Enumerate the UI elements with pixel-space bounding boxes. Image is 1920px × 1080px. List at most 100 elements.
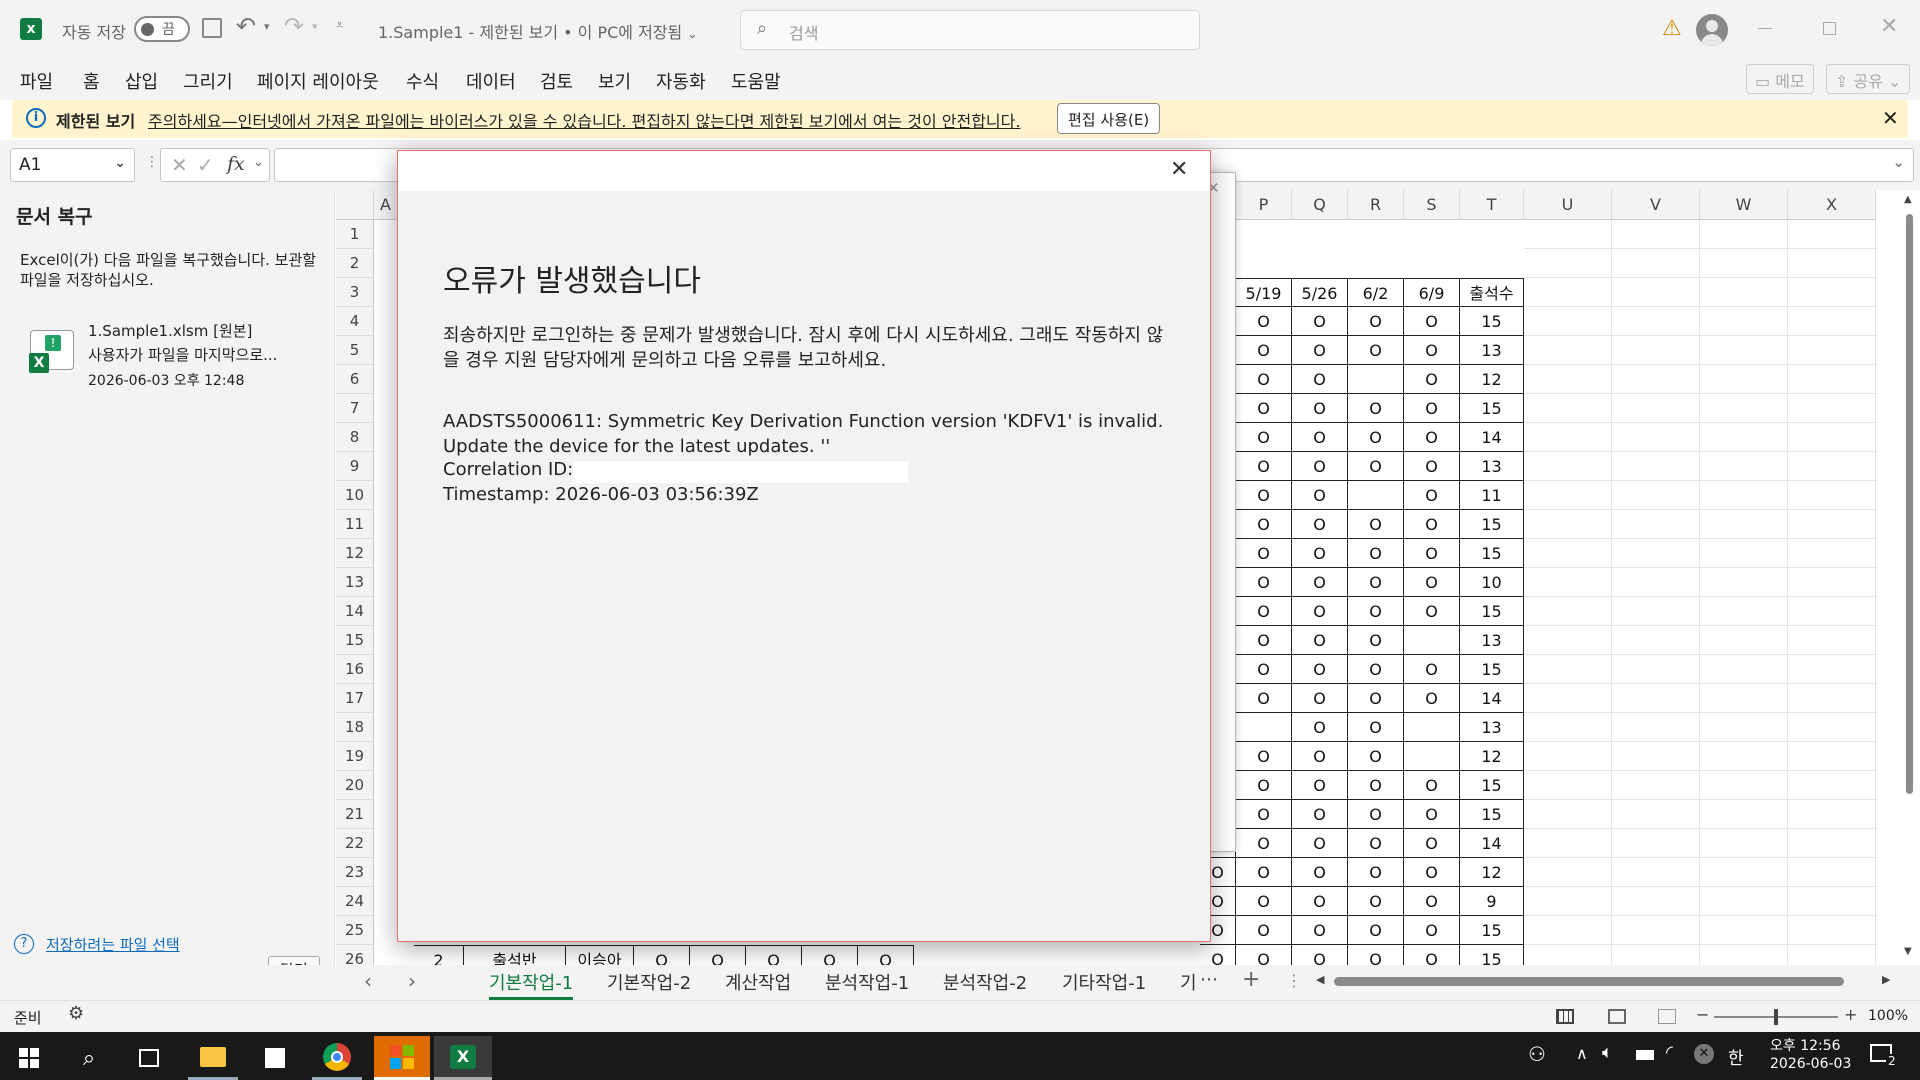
grid-cell-empty[interactable]: [1612, 858, 1700, 887]
grid-cell-empty[interactable]: [1524, 626, 1612, 655]
col-header-u[interactable]: U: [1524, 190, 1612, 220]
row-header[interactable]: 12: [336, 539, 374, 568]
table-cell[interactable]: O: [1404, 336, 1460, 365]
row-header[interactable]: 25: [336, 916, 374, 945]
grid-cell-empty[interactable]: [1612, 626, 1700, 655]
attendance-header-cell[interactable]: 5/19: [1236, 278, 1292, 307]
table-cell[interactable]: O: [1292, 626, 1348, 655]
table-cell[interactable]: [1348, 365, 1404, 394]
grid-cell-empty[interactable]: [1612, 539, 1700, 568]
row-header[interactable]: 17: [336, 684, 374, 713]
grid-cell-empty[interactable]: [1788, 655, 1876, 684]
grid-cell-empty[interactable]: [1612, 829, 1700, 858]
tab-help[interactable]: 도움말: [731, 68, 781, 94]
row-header[interactable]: 23: [336, 858, 374, 887]
col-header-x[interactable]: X: [1788, 190, 1876, 220]
table-cell[interactable]: 14: [1460, 684, 1524, 713]
table-cell[interactable]: O: [1348, 655, 1404, 684]
grid-cell-empty[interactable]: [1524, 655, 1612, 684]
table-cell[interactable]: O: [1292, 800, 1348, 829]
grid-cell-empty[interactable]: [1524, 597, 1612, 626]
table-cell[interactable]: [1348, 481, 1404, 510]
sheet-tab-truncated[interactable]: 기: [1180, 969, 1197, 995]
table-cell[interactable]: O: [1292, 684, 1348, 713]
grid-cell-empty[interactable]: [1612, 481, 1700, 510]
grid-cell-empty[interactable]: [1612, 771, 1700, 800]
search-icon[interactable]: ⌕: [64, 1036, 114, 1080]
wifi-icon[interactable]: ◜: [1666, 1042, 1673, 1063]
table-cell[interactable]: O: [1292, 742, 1348, 771]
grid-cell-empty[interactable]: [1788, 394, 1876, 423]
table-cell[interactable]: O: [1404, 423, 1460, 452]
table-cell[interactable]: O: [1236, 771, 1292, 800]
sheet-tab-calc[interactable]: 계산작업: [725, 969, 791, 995]
table-cell[interactable]: O: [1404, 858, 1460, 887]
table-cell[interactable]: O: [1404, 655, 1460, 684]
autosave-toggle[interactable]: 끔: [134, 16, 190, 42]
table-cell[interactable]: 12: [1460, 365, 1524, 394]
table-cell[interactable]: O: [1236, 887, 1292, 916]
expand-formula-icon[interactable]: ⌄: [1892, 153, 1905, 171]
grid-cell-empty[interactable]: [1700, 394, 1788, 423]
table-cell[interactable]: O: [1292, 916, 1348, 945]
table-cell[interactable]: [1236, 713, 1292, 742]
row-header[interactable]: 3: [336, 278, 374, 307]
table-cell[interactable]: 11: [1460, 481, 1524, 510]
table-cell[interactable]: O: [1236, 510, 1292, 539]
table-cell[interactable]: O: [1348, 858, 1404, 887]
table-cell[interactable]: O: [1348, 336, 1404, 365]
row-header[interactable]: 6: [336, 365, 374, 394]
table-cell[interactable]: O: [1348, 684, 1404, 713]
close-icon[interactable]: ✕: [1882, 106, 1899, 130]
speaker-icon[interactable]: 🔈︎: [1602, 1042, 1613, 1063]
table-cell[interactable]: 15: [1460, 597, 1524, 626]
table-cell[interactable]: O: [1404, 510, 1460, 539]
more-options-icon[interactable]: ⋮: [1286, 971, 1302, 990]
table-cell[interactable]: O: [1292, 655, 1348, 684]
grid-cell-empty[interactable]: [1700, 684, 1788, 713]
ms-store-icon[interactable]: [374, 1036, 430, 1080]
table-cell[interactable]: O: [1200, 945, 1236, 965]
grid-cell-empty[interactable]: [1700, 945, 1788, 965]
grid-cell-empty[interactable]: [1700, 220, 1788, 249]
undo-dropdown-icon[interactable]: ▾: [264, 20, 270, 33]
excel-taskbar-icon[interactable]: X: [434, 1036, 492, 1080]
file-explorer-icon[interactable]: [188, 1036, 238, 1080]
table-cell[interactable]: O: [1236, 916, 1292, 945]
grid-cell-empty[interactable]: [1788, 771, 1876, 800]
grid-cell-empty[interactable]: [1612, 452, 1700, 481]
grid-cell-empty[interactable]: [1788, 278, 1876, 307]
table-cell[interactable]: 12: [1460, 858, 1524, 887]
row-header[interactable]: 21: [336, 800, 374, 829]
table-cell[interactable]: O: [1348, 307, 1404, 336]
table-cell[interactable]: O: [1348, 423, 1404, 452]
grid-cell-empty[interactable]: [1700, 916, 1788, 945]
sheet-tab-basic-2[interactable]: 기본작업-2: [607, 969, 691, 995]
tab-home[interactable]: 홈: [83, 68, 100, 94]
more-tabs-icon[interactable]: ⋯: [1200, 969, 1218, 990]
table-cell[interactable]: O: [1404, 539, 1460, 568]
minimize-icon[interactable]: [1758, 28, 1772, 29]
horizontal-scrollbar[interactable]: ◀ ▶: [1316, 973, 1896, 991]
table-cell[interactable]: O: [1292, 452, 1348, 481]
grid-cell-empty[interactable]: [1700, 568, 1788, 597]
zoom-in-icon[interactable]: +: [1844, 1005, 1857, 1024]
table-cell[interactable]: [1404, 626, 1460, 655]
share-button[interactable]: ⇪ 공유 ⌄: [1826, 64, 1911, 94]
memo-button[interactable]: ▭ 메모: [1746, 64, 1814, 94]
grid-cell-empty[interactable]: [1612, 800, 1700, 829]
taskbar-time[interactable]: 오후 12:56: [1770, 1035, 1841, 1055]
warning-icon[interactable]: ⚠: [1662, 16, 1682, 41]
people-icon[interactable]: ⚇: [1528, 1042, 1546, 1066]
grid-cell-empty[interactable]: [1612, 945, 1700, 965]
row-header[interactable]: 4: [336, 307, 374, 336]
grid-cell-empty[interactable]: [1524, 278, 1612, 307]
grid-cell-empty[interactable]: [1788, 800, 1876, 829]
table-cell[interactable]: O: [1236, 742, 1292, 771]
table-cell[interactable]: 15: [1460, 916, 1524, 945]
table-cell[interactable]: O: [1404, 481, 1460, 510]
grid-cell-empty[interactable]: [1788, 510, 1876, 539]
grid-cell-empty[interactable]: [1700, 655, 1788, 684]
table-cell[interactable]: O: [690, 945, 746, 965]
table-cell[interactable]: O: [1236, 423, 1292, 452]
